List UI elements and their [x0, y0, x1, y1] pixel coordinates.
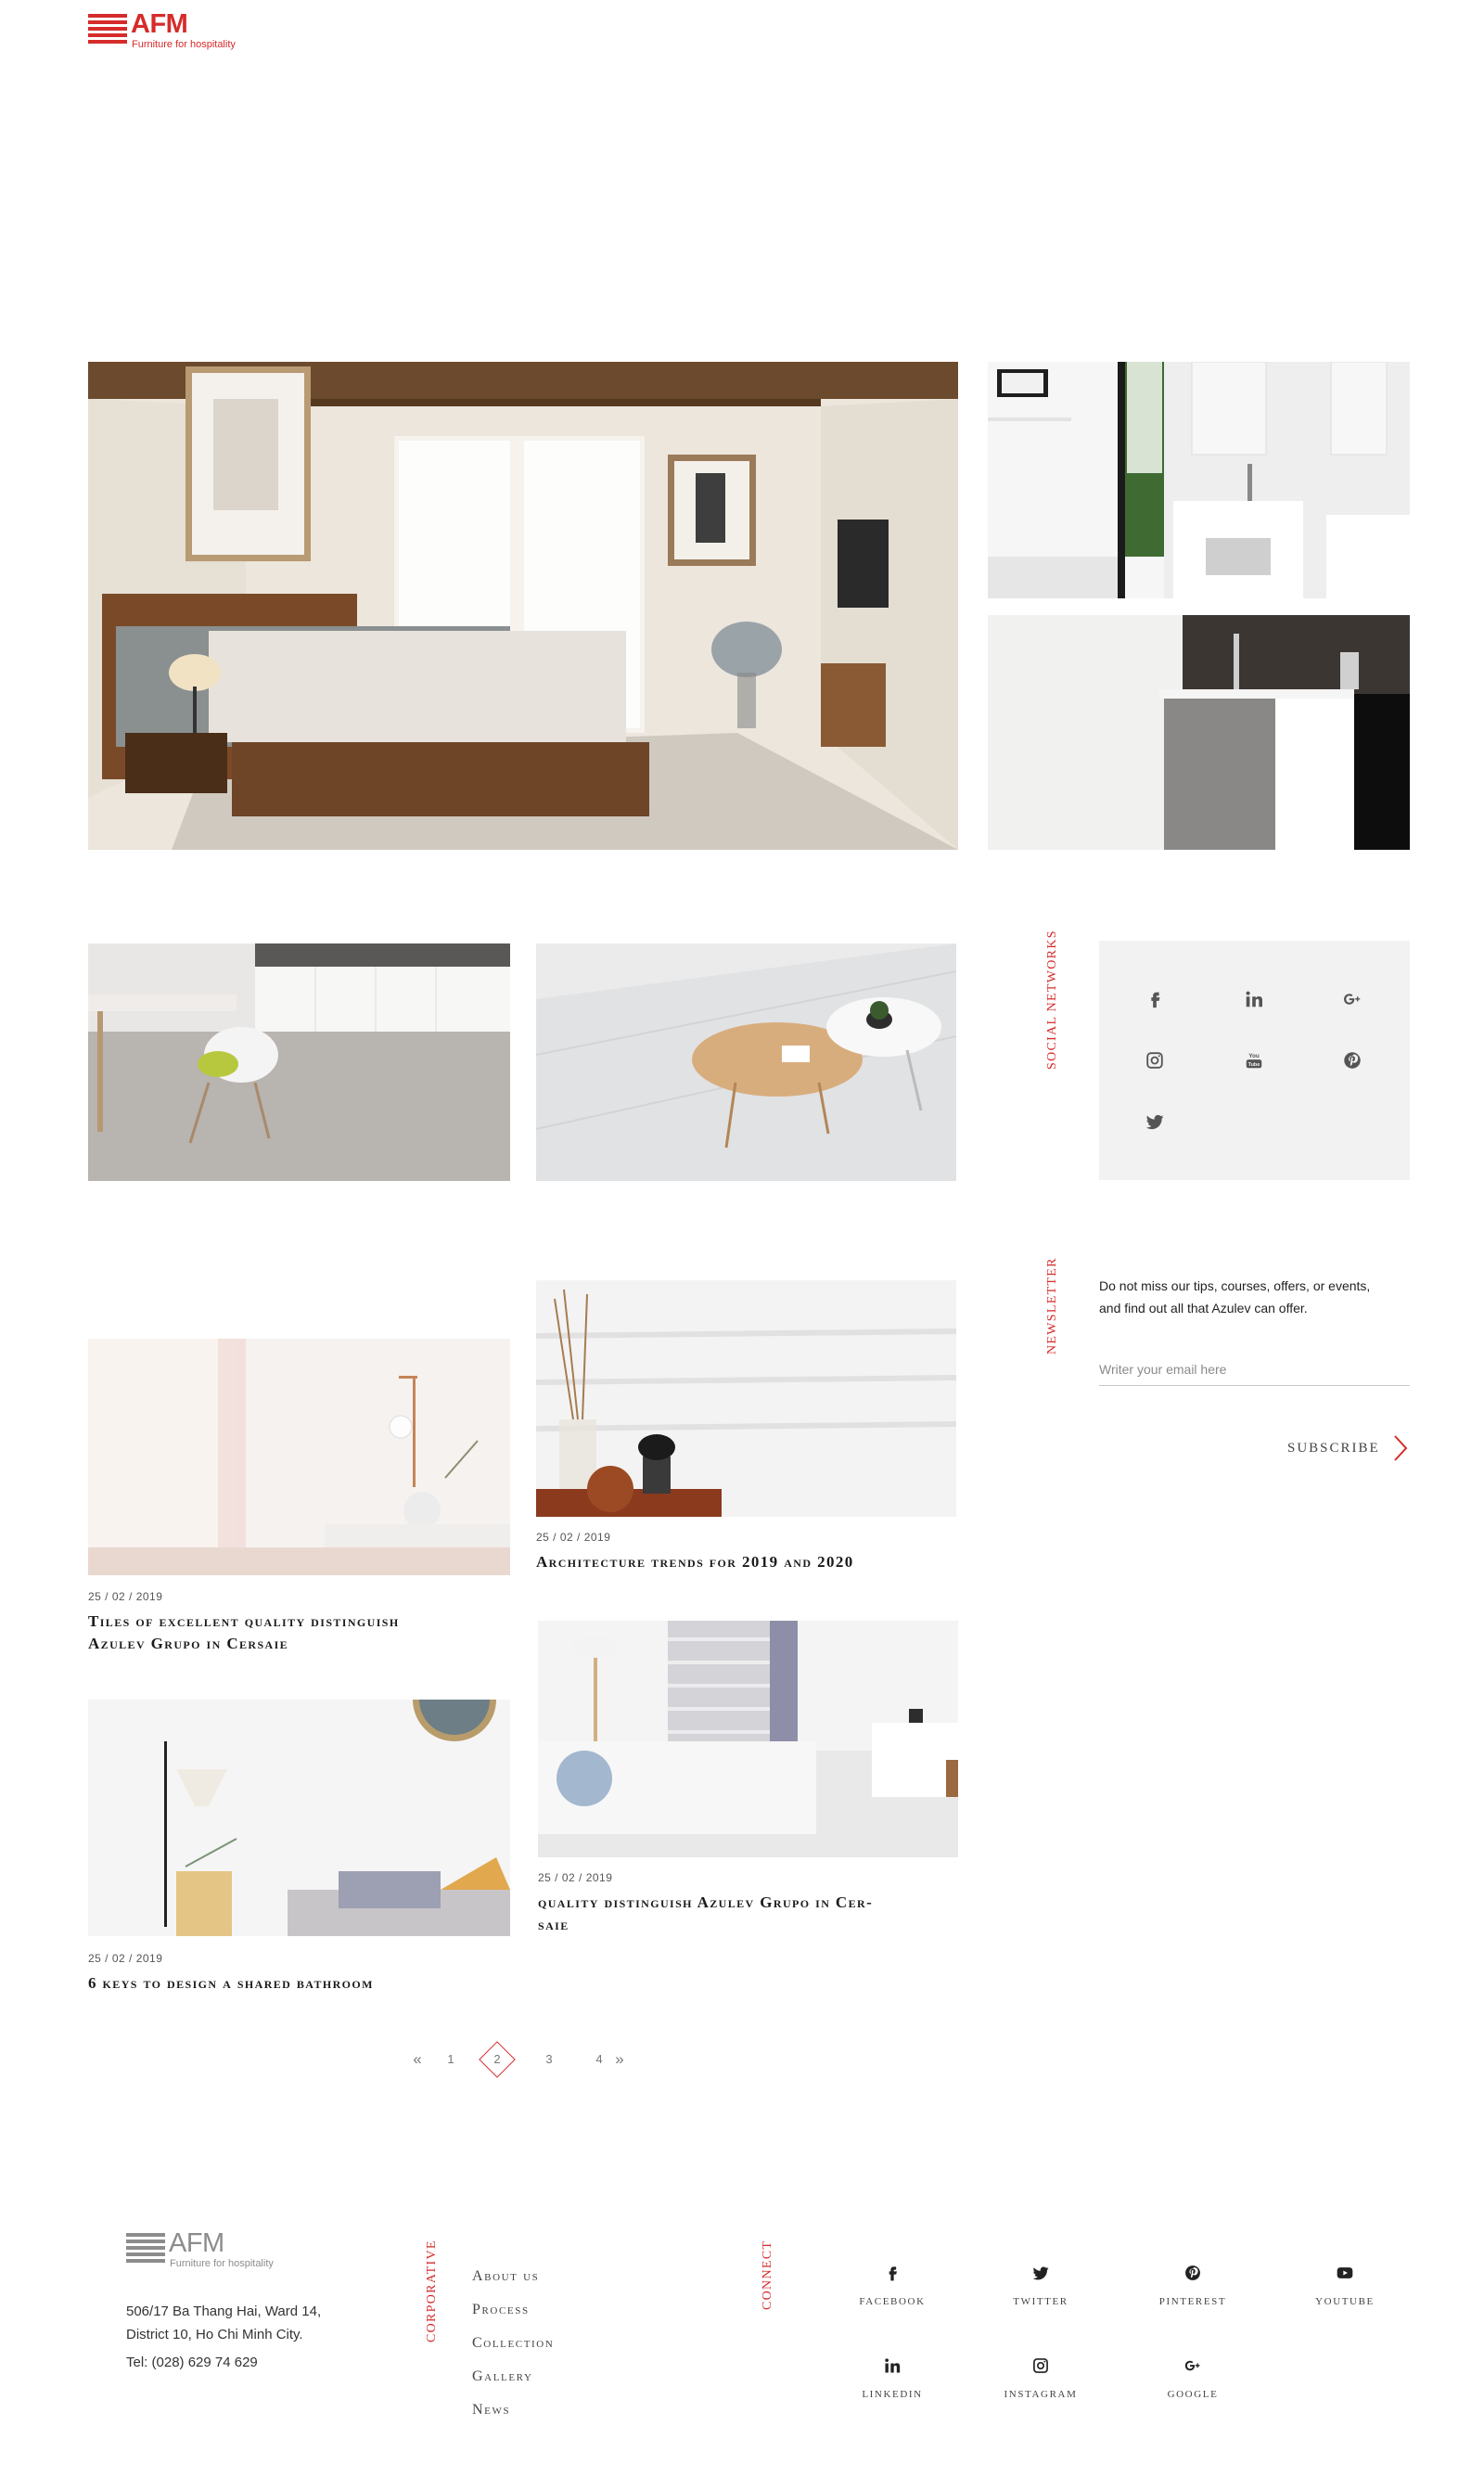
- bedside-lamp-image[interactable]: [88, 1339, 510, 1575]
- footer-social-facebook[interactable]: facebook: [841, 2264, 943, 2309]
- coffee-table-image[interactable]: [536, 943, 956, 1181]
- post-title-line: saie: [538, 1916, 569, 1933]
- footer-phone: Tel: (028) 629 74 629: [126, 2355, 258, 2370]
- footer-social-label: linkedin: [862, 2386, 923, 2401]
- footer-social-label: pinterest: [1158, 2293, 1227, 2308]
- pagination: « 1 2 3 4 »: [408, 2041, 649, 2078]
- post-title-line: Azulev Grupo in Cersaie: [88, 1635, 289, 1652]
- youtube-icon[interactable]: You Tube: [1240, 1046, 1268, 1074]
- newsletter-description: Do not miss our tips, courses, offers, o…: [1099, 1275, 1414, 1319]
- chevron-right-icon: [1393, 1435, 1408, 1461]
- footer-logo-name: AFM: [169, 2228, 224, 2258]
- address-line: District 10, Ho Chi Minh City.: [126, 2327, 303, 2342]
- post-title-architecture-trends[interactable]: Architecture trends for 2019 and 2020: [536, 1551, 854, 1573]
- youtube-icon: [1337, 2267, 1353, 2278]
- post-date: 25 / 02 / 2019: [88, 1590, 163, 1603]
- newsletter-text-line: and find out all that Azulev can offer.: [1099, 1301, 1308, 1316]
- footer-social-pinterest[interactable]: pinterest: [1142, 2264, 1244, 2309]
- header-logo[interactable]: AFM Furniture for hospitality: [88, 9, 255, 54]
- pagination-prev[interactable]: «: [408, 2041, 427, 2078]
- footer-address: 506/17 Ba Thang Hai, Ward 14, District 1…: [126, 2300, 321, 2346]
- footer-social-twitter[interactable]: twitter: [990, 2264, 1092, 2309]
- svg-text:You: You: [1248, 1053, 1260, 1059]
- footer-link-gallery[interactable]: Gallery: [472, 2368, 533, 2385]
- post-title-line: quality distinguish Azulev Grupo in Cer-: [538, 1893, 874, 1911]
- footer-social-google[interactable]: google: [1142, 2356, 1244, 2402]
- footer-social-label: google: [1167, 2386, 1219, 2401]
- kitchen-image[interactable]: [88, 943, 510, 1181]
- footer-link-about-us[interactable]: About us: [472, 2268, 539, 2285]
- post-date: 25 / 02 / 2019: [538, 1871, 613, 1884]
- footer-social-label: youtube: [1315, 2293, 1375, 2308]
- facebook-icon: [889, 2266, 897, 2281]
- post-title-quality-distinguish[interactable]: quality distinguish Azulev Grupo in Cer-…: [538, 1892, 873, 1936]
- footer-link-process[interactable]: Process: [472, 2302, 530, 2318]
- footer-logo[interactable]: AFM Furniture for hospitality: [126, 2228, 312, 2277]
- footer-social-instagram[interactable]: instagram: [990, 2356, 1092, 2402]
- bathroom-sink-image[interactable]: [988, 362, 1410, 598]
- newsletter-email-input[interactable]: [1099, 1353, 1410, 1386]
- social-networks-box: You Tube: [1099, 941, 1410, 1180]
- footer-social-youtube[interactable]: youtube: [1294, 2264, 1396, 2309]
- hero-bedroom-image[interactable]: [88, 362, 958, 850]
- linkedin-icon: [885, 2358, 901, 2373]
- instagram-icon: [1033, 2358, 1048, 2373]
- address-line: 506/17 Ba Thang Hai, Ward 14,: [126, 2304, 322, 2319]
- bathroom-vanity-image[interactable]: [988, 615, 1410, 850]
- pagination-page[interactable]: 4: [590, 2041, 608, 2078]
- post-title-shared-bathroom[interactable]: 6 keys to design a shared bathroom: [88, 1972, 374, 1995]
- living-room-sofa-image[interactable]: [538, 1621, 958, 1857]
- twitter-icon: [1032, 2266, 1049, 2280]
- pagination-page-current[interactable]: 2: [488, 2041, 506, 2078]
- logo-name: AFM: [131, 9, 188, 39]
- connect-label: CONNECT: [761, 2240, 774, 2310]
- pagination-page[interactable]: 3: [540, 2041, 558, 2078]
- floor-lamp-image[interactable]: [88, 1700, 510, 1936]
- linkedin-icon[interactable]: [1240, 985, 1268, 1013]
- pagination-next[interactable]: »: [610, 2041, 629, 2078]
- logo-stripes-icon: [126, 2233, 165, 2268]
- instagram-icon[interactable]: [1141, 1046, 1169, 1074]
- newsletter-label: NEWSLETTER: [1045, 1257, 1059, 1354]
- footer-social-linkedin[interactable]: linkedin: [841, 2356, 943, 2402]
- post-date: 25 / 02 / 2019: [536, 1531, 611, 1544]
- pinterest-icon: [1185, 2265, 1200, 2280]
- subscribe-label: SUBSCRIBE: [1287, 1440, 1380, 1456]
- logo-stripes-icon: [88, 14, 127, 49]
- pinterest-icon[interactable]: [1338, 1046, 1366, 1074]
- twitter-icon[interactable]: [1141, 1108, 1169, 1136]
- footer-link-news[interactable]: News: [472, 2402, 510, 2419]
- post-title-line: Tiles of excellent quality distinguish: [88, 1612, 400, 1630]
- google-plus-icon: [1184, 2360, 1200, 2371]
- logo-tagline: Furniture for hospitality: [132, 39, 236, 50]
- footer-link-collection[interactable]: Collection: [472, 2335, 554, 2352]
- newsletter-text-line: Do not miss our tips, courses, offers, o…: [1099, 1278, 1371, 1293]
- corporative-label: CORPORATIVE: [425, 2240, 439, 2342]
- google-plus-icon[interactable]: [1338, 985, 1366, 1013]
- reed-diffuser-image[interactable]: [536, 1280, 956, 1517]
- footer-social-label: facebook: [859, 2293, 926, 2308]
- facebook-icon[interactable]: [1141, 985, 1169, 1013]
- social-networks-label: SOCIAL NETWORKS: [1045, 930, 1059, 1070]
- svg-text:Tube: Tube: [1248, 1062, 1260, 1068]
- footer-social-label: instagram: [1004, 2386, 1078, 2401]
- post-date: 25 / 02 / 2019: [88, 1952, 163, 1965]
- pagination-page[interactable]: 1: [441, 2041, 460, 2078]
- footer-social-label: twitter: [1013, 2293, 1068, 2308]
- subscribe-button[interactable]: SUBSCRIBE: [1287, 1434, 1408, 1462]
- footer-logo-tagline: Furniture for hospitality: [170, 2258, 274, 2269]
- post-title-tiles-excellent-quality[interactable]: Tiles of excellent quality distinguish A…: [88, 1611, 400, 1655]
